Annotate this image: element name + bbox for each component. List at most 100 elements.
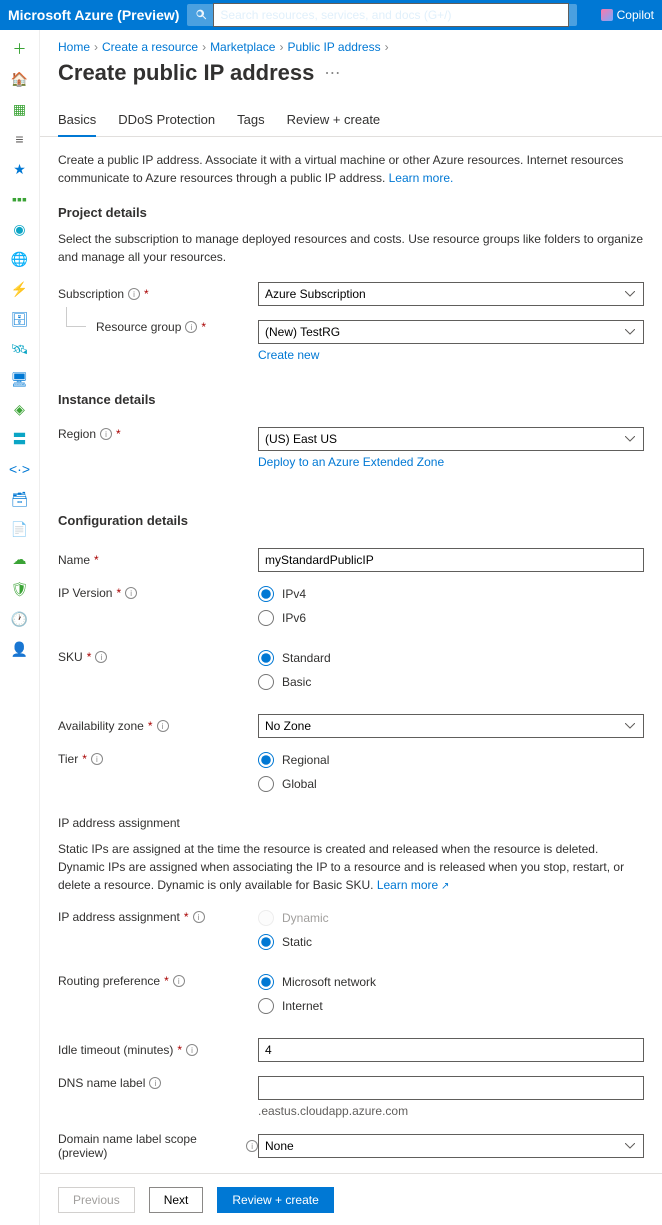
tab-ddos[interactable]: DDoS Protection [118, 112, 215, 136]
sku-row: SKU * i Standard Basic [58, 650, 644, 690]
info-icon[interactable]: i [91, 753, 103, 765]
name-label: Name [58, 553, 90, 567]
extended-zone-link[interactable]: Deploy to an Azure Extended Zone [258, 455, 444, 469]
orbit-icon[interactable]: 🛰 [11, 340, 29, 358]
az-select[interactable]: No Zone [258, 714, 644, 738]
info-icon[interactable]: i [95, 651, 107, 663]
ipv6-radio[interactable]: IPv6 [258, 610, 644, 626]
shield-icon[interactable]: 🛡 [11, 580, 29, 598]
assignment-learn-more[interactable]: Learn more [377, 878, 450, 892]
vnet-icon[interactable]: ◈ [11, 400, 29, 418]
idle-label: Idle timeout (minutes) [58, 1043, 173, 1057]
tab-tags[interactable]: Tags [237, 112, 264, 136]
storage-icon[interactable]: 🗃 [11, 490, 29, 508]
more-icon[interactable]: ⋯ [324, 63, 340, 83]
tier-row: Tier * i Regional Global [58, 752, 644, 792]
breadcrumb: Home› Create a resource› Marketplace› Pu… [40, 30, 662, 56]
domain-scope-row: Domain name label scope (preview) i None [58, 1132, 644, 1160]
page-title: Create public IP address [58, 60, 314, 86]
info-icon[interactable]: i [193, 911, 205, 923]
project-heading: Project details [58, 205, 644, 220]
ipversion-label: IP Version [58, 586, 112, 600]
static-radio[interactable]: Static [258, 934, 644, 950]
create-new-link[interactable]: Create new [258, 348, 319, 362]
title-row: Create public IP address ⋯ [40, 56, 662, 94]
apps-icon[interactable]: ▪▪▪ [11, 190, 29, 208]
person-icon[interactable]: 👤 [11, 640, 29, 658]
bc-marketplace[interactable]: Marketplace [210, 40, 275, 54]
monitor-icon[interactable]: 🖥 [11, 370, 29, 388]
domain-scope-select[interactable]: None [258, 1134, 644, 1158]
next-button[interactable]: Next [149, 1187, 204, 1213]
dashboard-icon[interactable]: ▦ [11, 100, 29, 118]
subscription-select[interactable]: Azure Subscription [258, 282, 644, 306]
copilot-label: Copilot [617, 8, 654, 22]
dns-input[interactable] [258, 1076, 644, 1100]
policy-icon[interactable]: 📄 [11, 520, 29, 538]
info-icon[interactable]: i [185, 321, 197, 333]
globe-icon[interactable]: 🌐 [11, 250, 29, 268]
loadbalancer-icon[interactable]: 〓 [11, 430, 29, 448]
sku-basic-radio[interactable]: Basic [258, 674, 644, 690]
review-create-button[interactable]: Review + create [217, 1187, 333, 1213]
subscription-label: Subscription [58, 287, 124, 301]
info-icon[interactable]: i [186, 1044, 198, 1056]
tier-regional-radio[interactable]: Regional [258, 752, 644, 768]
routing-ms-radio[interactable]: Microsoft network [258, 974, 644, 990]
routing-internet-radio[interactable]: Internet [258, 998, 644, 1014]
info-icon[interactable]: i [173, 975, 185, 987]
database-icon[interactable]: 🗄 [11, 310, 29, 328]
tab-bar: Basics DDoS Protection Tags Review + cre… [40, 94, 662, 137]
name-row: Name * [58, 548, 644, 572]
routing-label: Routing preference [58, 974, 160, 988]
info-icon[interactable]: i [100, 428, 112, 440]
previous-button: Previous [58, 1187, 135, 1213]
resource-group-row: Resource group i * (New) TestRG Create n… [58, 320, 644, 362]
learn-more-link[interactable]: Learn more. [389, 171, 454, 185]
home-icon[interactable]: 🏠 [11, 70, 29, 88]
list-icon[interactable]: ≡ [11, 130, 29, 148]
assignment-desc: Static IPs are assigned at the time the … [58, 840, 644, 894]
top-bar: Microsoft Azure (Preview) Copilot [0, 0, 662, 30]
global-search[interactable] [187, 4, 577, 26]
resource-group-select[interactable]: (New) TestRG [258, 320, 644, 344]
info-icon[interactable]: i [246, 1140, 258, 1152]
main-panel: Home› Create a resource› Marketplace› Pu… [40, 30, 662, 1225]
tier-global-radio[interactable]: Global [258, 776, 644, 792]
region-row: Region i * (US) East US Deploy to an Azu… [58, 427, 644, 469]
bc-home[interactable]: Home [58, 40, 90, 54]
sku-label: SKU [58, 650, 83, 664]
bolt-icon[interactable]: ⚡ [11, 280, 29, 298]
bc-publicip[interactable]: Public IP address [287, 40, 380, 54]
sku-standard-radio[interactable]: Standard [258, 650, 644, 666]
assignment-label: IP address assignment [58, 910, 180, 924]
routing-row: Routing preference * i Microsoft network… [58, 974, 644, 1014]
idle-row: Idle timeout (minutes) * i [58, 1038, 644, 1062]
tab-review[interactable]: Review + create [287, 112, 381, 136]
ipv4-radio[interactable]: IPv4 [258, 586, 644, 602]
region-label: Region [58, 427, 96, 441]
assignment-row: IP address assignment * i Dynamic Static [58, 910, 644, 950]
search-icon [195, 9, 207, 21]
search-input[interactable] [213, 3, 569, 27]
code-icon[interactable]: <·> [11, 460, 29, 478]
info-icon[interactable]: i [125, 587, 137, 599]
favorites-icon[interactable]: ★ [11, 160, 29, 178]
cloud-icon[interactable]: ☁ [11, 550, 29, 568]
copilot-icon [601, 9, 613, 21]
wizard-footer: Previous Next Review + create [40, 1173, 662, 1225]
rg-label: Resource group [96, 320, 181, 334]
info-icon[interactable]: i [157, 720, 169, 732]
region-select[interactable]: (US) East US [258, 427, 644, 451]
idle-input[interactable] [258, 1038, 644, 1062]
clock-icon[interactable]: 🕐 [11, 610, 29, 628]
name-input[interactable] [258, 548, 644, 572]
dns-row: DNS name label i .eastus.cloudapp.azure.… [58, 1076, 644, 1118]
bc-create[interactable]: Create a resource [102, 40, 198, 54]
copilot-button[interactable]: Copilot [601, 8, 654, 22]
add-icon[interactable]: ＋ [11, 40, 29, 58]
function-icon[interactable]: ◉ [11, 220, 29, 238]
info-icon[interactable]: i [128, 288, 140, 300]
tab-basics[interactable]: Basics [58, 112, 96, 137]
info-icon[interactable]: i [149, 1077, 161, 1089]
